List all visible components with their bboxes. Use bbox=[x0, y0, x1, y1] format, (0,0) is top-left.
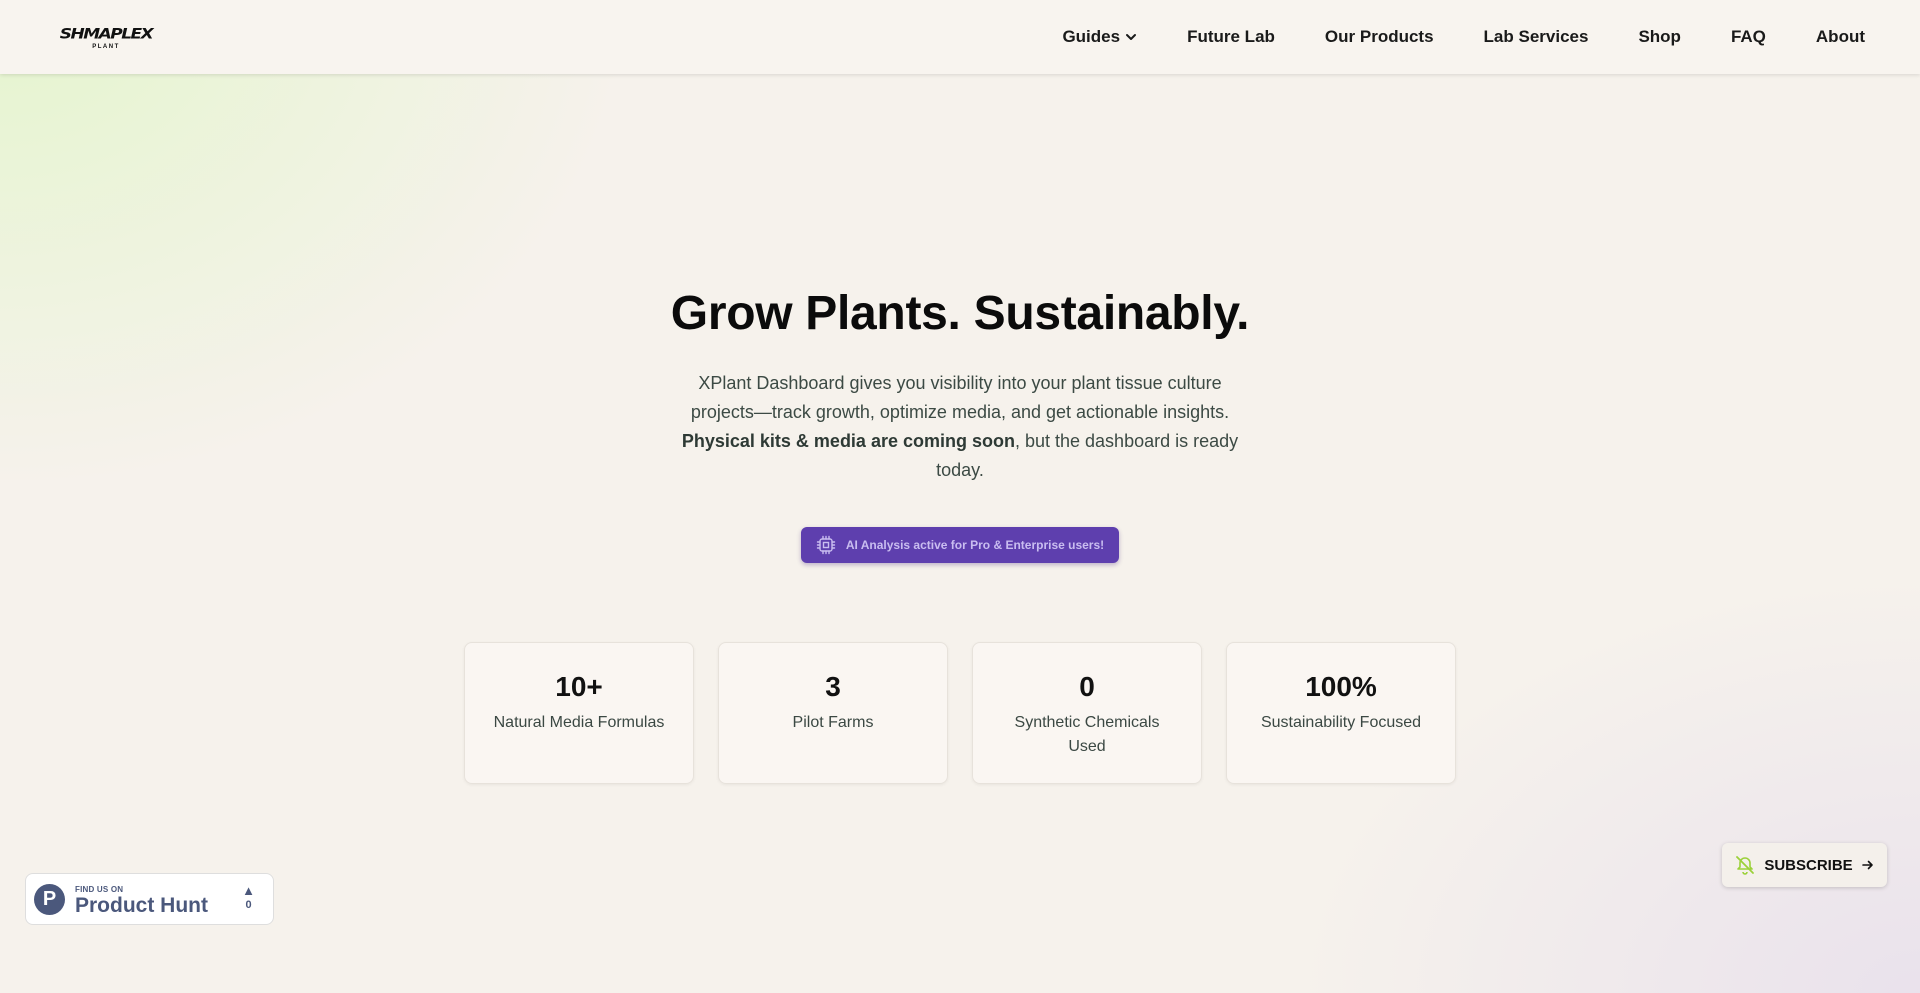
ai-analysis-text: AI Analysis active for Pro & Enterprise … bbox=[845, 538, 1105, 552]
logo-wordmark: SHMAPLEX bbox=[59, 25, 154, 42]
logo[interactable]: SHMAPLEX PLANT bbox=[40, 25, 172, 50]
stat-card: 0 Synthetic Chemicals Used bbox=[972, 642, 1202, 784]
nav-guides[interactable]: Guides bbox=[1062, 27, 1137, 47]
bell-off-icon bbox=[1736, 856, 1755, 875]
vote-count: 0 bbox=[245, 899, 252, 911]
stat-card: 10+ Natural Media Formulas bbox=[464, 642, 694, 784]
stat-label: Synthetic Chemicals Used bbox=[1014, 714, 1160, 755]
hero-title: Grow Plants. Sustainably. bbox=[670, 287, 1250, 340]
stat-card: 100% Sustainability Focused bbox=[1226, 642, 1456, 784]
arrow-right-icon bbox=[1861, 860, 1873, 870]
stat-card: 3 Pilot Farms bbox=[718, 642, 948, 784]
nav-guides-label: Guides bbox=[1062, 27, 1121, 46]
nav-our-products[interactable]: Our Products bbox=[1325, 27, 1434, 47]
stat-label: Sustainability Focused bbox=[1260, 714, 1422, 731]
nav-lab-services[interactable]: Lab Services bbox=[1484, 27, 1589, 47]
subscribe-button[interactable]: SUBSCRIBE bbox=[1722, 843, 1887, 887]
stat-value: 100% bbox=[1305, 671, 1377, 702]
hero-description: XPlant Dashboard gives you visibility in… bbox=[672, 369, 1248, 485]
stat-label: Natural Media Formulas bbox=[493, 714, 665, 731]
nav-faq[interactable]: FAQ bbox=[1731, 27, 1766, 47]
ai-analysis-badge[interactable]: AI Analysis active for Pro & Enterprise … bbox=[801, 527, 1119, 563]
logo-subtext: PLANT bbox=[92, 43, 120, 50]
stat-value: 10+ bbox=[555, 671, 603, 702]
hero-desc-part1: XPlant Dashboard gives you visibility in… bbox=[690, 373, 1230, 422]
product-hunt-title: Product Hunt bbox=[75, 894, 208, 917]
product-hunt-votes: ▲ 0 bbox=[242, 884, 255, 912]
main-content: Grow Plants. Sustainably. XPlant Dashboa… bbox=[0, 74, 1920, 993]
chevron-down-icon bbox=[1126, 34, 1137, 40]
stat-value: 0 bbox=[1079, 671, 1095, 702]
nav-shop[interactable]: Shop bbox=[1638, 27, 1681, 47]
nav-about[interactable]: About bbox=[1816, 27, 1865, 47]
upvote-triangle-icon: ▲ bbox=[242, 883, 255, 898]
stats-row: 10+ Natural Media Formulas 3 Pilot Farms… bbox=[464, 642, 1456, 784]
product-hunt-badge[interactable]: P FIND US ON Product Hunt ▲ 0 bbox=[25, 873, 274, 925]
stat-value: 3 bbox=[825, 671, 841, 702]
cpu-chip-icon bbox=[816, 535, 836, 555]
product-hunt-small: FIND US ON bbox=[75, 885, 124, 894]
site-header: SHMAPLEX PLANT Guides Future Lab Our Pro… bbox=[0, 0, 1920, 74]
subscribe-label: SUBSCRIBE bbox=[1764, 856, 1853, 874]
product-hunt-text: FIND US ON Product Hunt bbox=[75, 885, 208, 917]
stat-label: Pilot Farms bbox=[792, 714, 874, 731]
product-hunt-logo-icon: P bbox=[34, 884, 65, 915]
nav-future-lab[interactable]: Future Lab bbox=[1187, 27, 1275, 47]
hero-desc-bold: Physical kits & media are coming soon bbox=[681, 431, 1015, 451]
main-nav: Guides Future Lab Our Products Lab Servi… bbox=[1062, 27, 1865, 47]
